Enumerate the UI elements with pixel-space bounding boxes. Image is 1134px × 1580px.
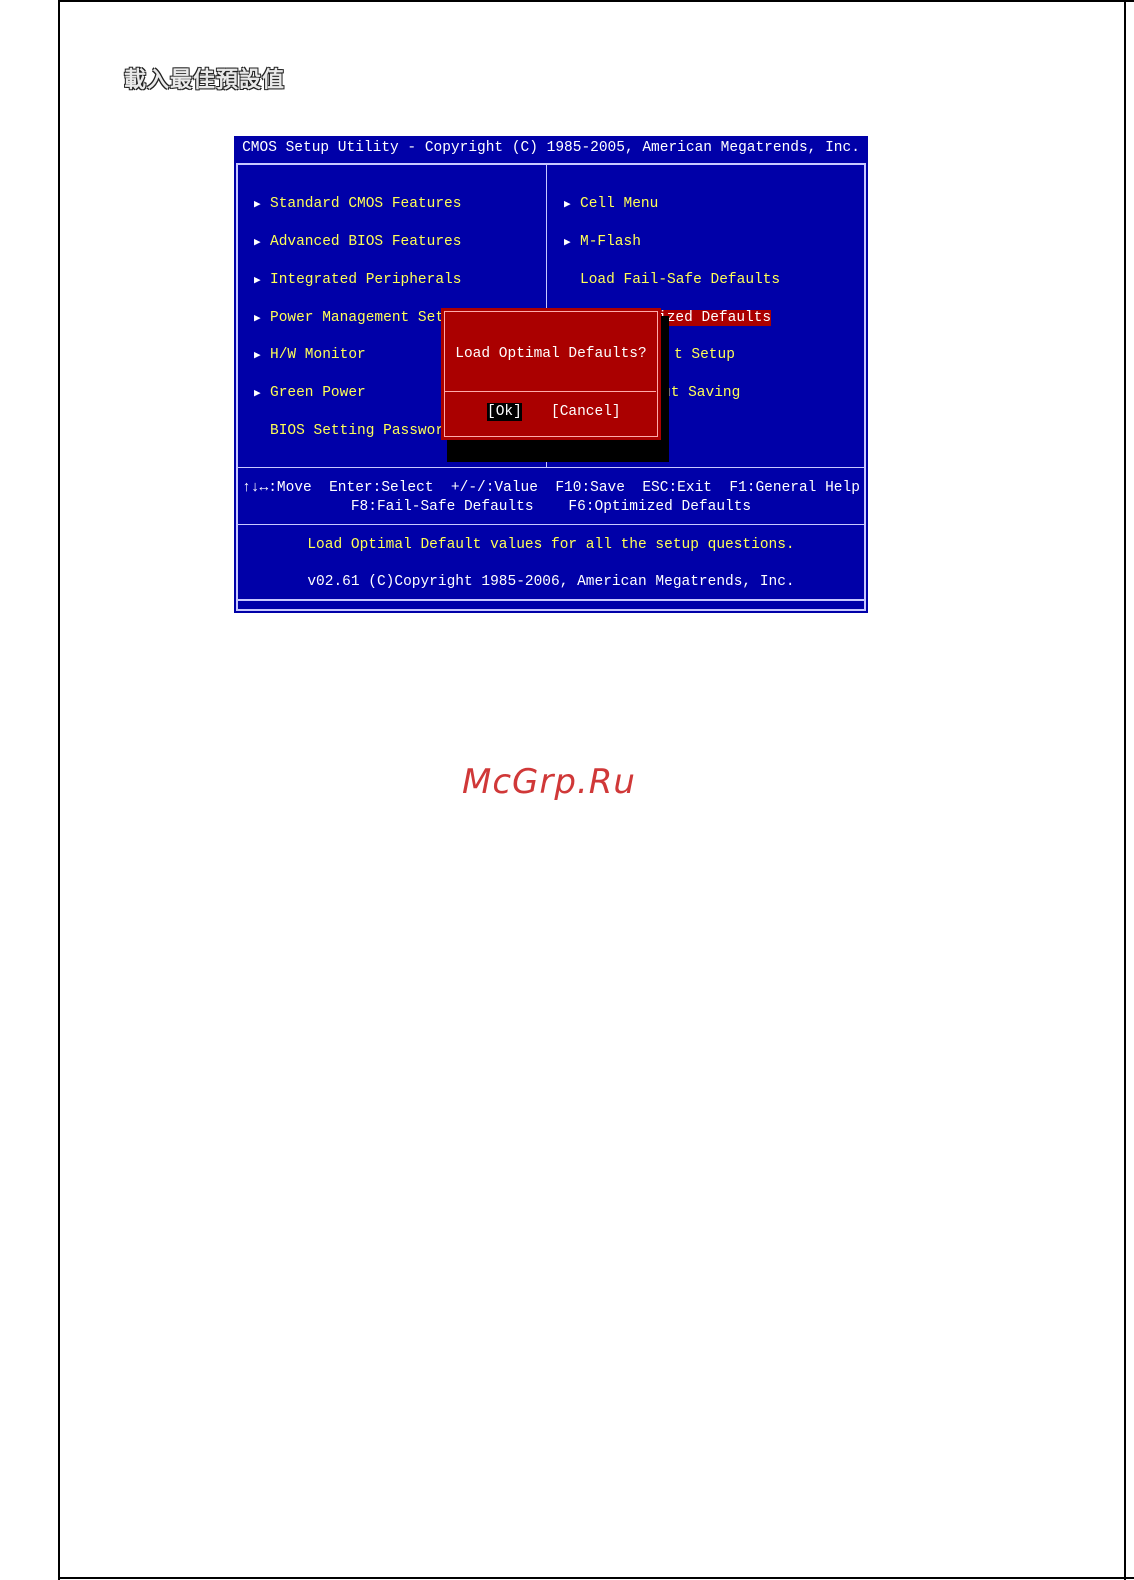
menu-item-save-exit-setup[interactable]: t Setup	[674, 345, 735, 365]
submenu-arrow-icon: ▶	[254, 313, 261, 325]
submenu-arrow-icon: ▶	[254, 388, 261, 400]
dialog-separator	[444, 391, 656, 392]
submenu-arrow-icon: ▶	[564, 237, 571, 249]
submenu-arrow-icon: ▶	[254, 275, 261, 287]
key-help-line: ↑↓↔:Move Enter:Select +/-/:Value F10:Sav…	[242, 480, 860, 496]
menu-item-bios-setting-password[interactable]: BIOS Setting Password	[254, 421, 453, 441]
dialog-question: Load Optimal Defaults?	[455, 346, 647, 362]
ok-button[interactable]: [Ok]	[487, 403, 522, 421]
menu-item-load-optimized-defaults[interactable]: ized Defaults	[658, 308, 772, 328]
menu-item-exit-without-saving[interactable]: ut Saving	[662, 383, 740, 403]
menu-item-standard-cmos-features[interactable]: ▶ Standard CMOS Features	[254, 194, 461, 214]
bios-title-bar: CMOS Setup Utility - Copyright (C) 1985-…	[234, 136, 868, 160]
submenu-arrow-icon: ▶	[254, 199, 261, 211]
page-border-top	[58, 0, 1134, 2]
cancel-button[interactable]: [Cancel]	[551, 403, 621, 421]
page-border-right	[1124, 0, 1126, 1580]
page-border-bottom	[58, 1577, 1134, 1579]
frame-top	[236, 163, 866, 165]
item-description: Load Optimal Default values for all the …	[307, 537, 795, 553]
key-help-line-2: F8:Fail-Safe Defaults F6:Optimized Defau…	[350, 499, 752, 515]
help-separator	[238, 467, 864, 468]
dialog-shadow-right	[661, 316, 669, 462]
menu-item-load-fail-safe-defaults[interactable]: Load Fail-Safe Defaults	[564, 270, 780, 290]
menu-item-advanced-bios-features[interactable]: ▶ Advanced BIOS Features	[254, 232, 461, 252]
menu-item-m-flash[interactable]: ▶ M-Flash	[564, 232, 641, 252]
menu-item-green-power[interactable]: ▶ Green Power	[254, 383, 366, 403]
description-separator	[238, 524, 864, 525]
menu-item-cell-menu[interactable]: ▶ Cell Menu	[564, 194, 658, 214]
bios-version: v02.61 (C)Copyright 1985-2006, American …	[307, 574, 795, 590]
dialog-shadow-bottom	[447, 440, 669, 462]
confirm-dialog: Load Optimal Defaults? [Ok] [Cancel]	[441, 308, 661, 440]
page-heading: 載入最佳預設值	[124, 68, 286, 93]
menu-item-integrated-peripherals[interactable]: ▶ Integrated Peripherals	[254, 270, 461, 290]
submenu-arrow-icon: ▶	[254, 237, 261, 249]
submenu-arrow-icon: ▶	[254, 350, 261, 362]
menu-item-hw-monitor[interactable]: ▶ H/W Monitor	[254, 345, 366, 365]
watermark: McGrp.Ru	[462, 762, 636, 802]
frame-bottom-inner	[236, 599, 866, 601]
submenu-arrow-icon: ▶	[564, 199, 571, 211]
page-border-left	[58, 0, 60, 1580]
frame-bottom-outer	[236, 609, 866, 611]
menu-item-power-management-setup[interactable]: ▶ Power Management Setu	[254, 308, 453, 328]
